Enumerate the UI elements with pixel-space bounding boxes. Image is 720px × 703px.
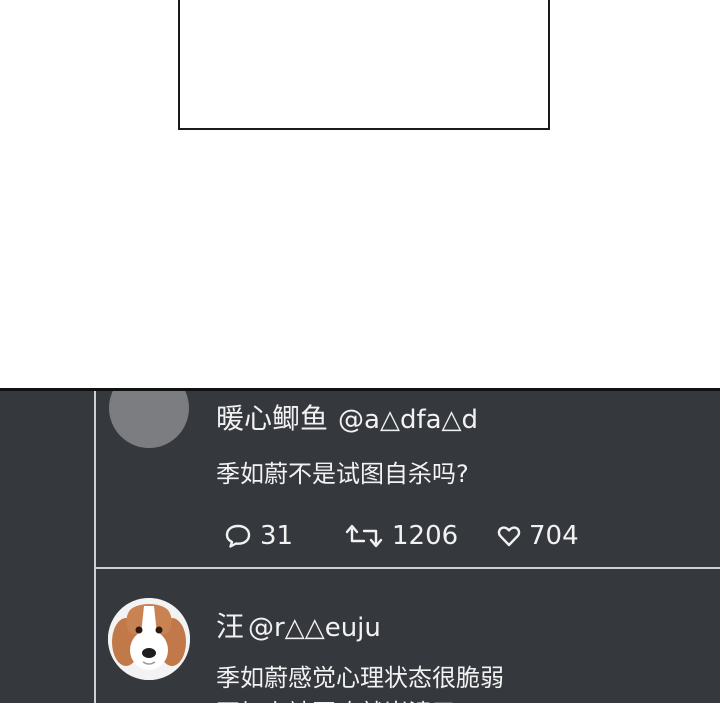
feed-left-border (94, 391, 96, 703)
like-button[interactable]: 704 (497, 521, 579, 551)
user-handle[interactable]: @a△dfa△d (338, 405, 478, 435)
comment-count: 31 (260, 521, 294, 551)
blank-panel (178, 0, 550, 130)
avatar[interactable] (108, 598, 190, 680)
heart-icon (497, 526, 521, 547)
repost-count: 1206 (392, 521, 459, 551)
user-name[interactable]: 汪 (216, 610, 244, 643)
social-feed: 暖心鲫鱼 @a△dfa△d 季如蔚不是试图自杀吗? 31 1206 704 汪 … (0, 388, 720, 703)
repost-icon (345, 524, 383, 548)
post-header: 汪 @r△△euju (216, 605, 381, 645)
user-handle[interactable]: @r△△euju (248, 613, 381, 643)
user-name[interactable]: 暖心鲫鱼 (216, 402, 328, 435)
comment-icon (225, 524, 251, 548)
dog-avatar-icon (108, 598, 190, 680)
post-header: 暖心鲫鱼 @a△dfa△d (216, 397, 478, 437)
comment-button[interactable]: 31 (224, 521, 293, 551)
post-text-line-1: 季如蔚感觉心理状态很脆弱 (216, 664, 504, 692)
avatar[interactable] (109, 391, 189, 448)
post-divider (94, 567, 720, 569)
like-count: 704 (529, 521, 579, 551)
repost-button[interactable]: 1206 (344, 521, 458, 551)
post-text-line-2: 再加上被圈攻就崩溃了 (216, 693, 456, 703)
post-text: 季如蔚不是试图自杀吗? (216, 460, 469, 488)
